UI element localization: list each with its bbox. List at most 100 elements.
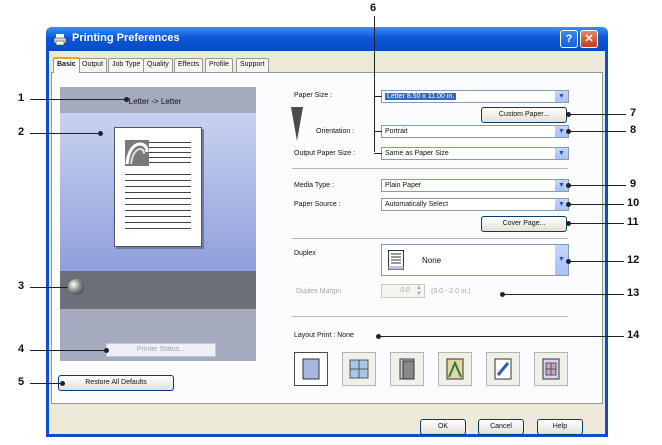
callout-2: 2 bbox=[18, 126, 25, 138]
orientation-value: Portrait bbox=[385, 128, 408, 135]
callout-1: 1 bbox=[18, 92, 25, 104]
title-close-button[interactable]: ✕ bbox=[580, 30, 598, 48]
duplex-margin-label: Duplex Margin bbox=[296, 288, 342, 295]
callout-dot-13 bbox=[500, 292, 505, 297]
callout-line-7 bbox=[568, 114, 626, 115]
layout-watermark-icon bbox=[494, 358, 512, 380]
orientation-select[interactable]: Portrait ▼ bbox=[381, 125, 569, 138]
callout-dot-12 bbox=[566, 259, 571, 264]
callout-line-9 bbox=[568, 185, 626, 186]
layout-print-label: Layout Print : None bbox=[294, 332, 354, 339]
tab-job-type[interactable]: Job Type bbox=[108, 58, 145, 72]
paper-source-label: Paper Source : bbox=[294, 201, 341, 208]
layout-watermark-button[interactable] bbox=[486, 352, 520, 386]
window-title: Printing Preferences bbox=[72, 32, 180, 44]
divider bbox=[292, 238, 568, 239]
duplex-margin-spinner[interactable]: 0.0 ▲ ▼ bbox=[381, 284, 425, 298]
paper-size-label: Paper Size : bbox=[294, 92, 333, 99]
callout-5: 5 bbox=[18, 376, 25, 388]
callout-dot-2 bbox=[98, 131, 103, 136]
cover-page-button[interactable]: Cover Page... bbox=[481, 216, 567, 232]
callout-line-5 bbox=[30, 383, 62, 384]
callout-13: 13 bbox=[627, 287, 640, 299]
layout-overlay-icon bbox=[542, 358, 560, 380]
duplex-select[interactable]: None ▼ bbox=[381, 244, 569, 276]
layout-single-button[interactable] bbox=[294, 352, 328, 386]
callout-dot-1 bbox=[124, 97, 129, 102]
paper-source-select[interactable]: Automatically Select ▼ bbox=[381, 198, 569, 211]
callout-dot-11 bbox=[566, 221, 571, 226]
duplex-margin-value: 0.0 bbox=[400, 287, 410, 294]
title-bar: Printing Preferences ? ✕ bbox=[46, 27, 608, 51]
layout-n-up-button[interactable] bbox=[342, 352, 376, 386]
layout-overlay-button[interactable] bbox=[534, 352, 568, 386]
media-type-value: Plain Paper bbox=[385, 182, 422, 189]
print-preview-pane: Letter -> Letter Printer Status... bbox=[60, 87, 256, 361]
callout-line-6c bbox=[374, 153, 382, 154]
paper-source-value: Automatically Select bbox=[385, 201, 449, 208]
duplex-value: None bbox=[422, 256, 442, 265]
custom-paper-button[interactable]: Custom Paper... bbox=[481, 107, 567, 123]
callout-line-12 bbox=[568, 261, 624, 262]
duplex-margin-range: (0.0 - 2.0 in.) bbox=[431, 288, 471, 295]
media-type-label: Media Type : bbox=[294, 182, 334, 189]
output-paper-size-select[interactable]: Same as Paper Size ▼ bbox=[381, 147, 569, 160]
media-type-select[interactable]: Plain Paper ▼ bbox=[381, 179, 569, 192]
callout-line-10 bbox=[568, 204, 624, 205]
layout-n-up-icon bbox=[349, 359, 369, 379]
callout-dot-9 bbox=[566, 183, 571, 188]
layout-booklet-icon bbox=[399, 358, 415, 380]
callout-4: 4 bbox=[18, 343, 25, 355]
callout-line-14 bbox=[378, 336, 624, 337]
callout-8: 8 bbox=[630, 124, 637, 136]
tab-effects[interactable]: Effects bbox=[174, 58, 204, 72]
callout-dot-7 bbox=[566, 112, 571, 117]
callout-line-8 bbox=[568, 131, 626, 132]
cancel-button[interactable]: Cancel bbox=[478, 419, 524, 435]
callout-line-2 bbox=[30, 133, 100, 134]
callout-line-13 bbox=[502, 294, 624, 295]
help-button[interactable]: Help bbox=[537, 419, 583, 435]
callout-9: 9 bbox=[630, 178, 637, 190]
callout-3: 3 bbox=[18, 280, 25, 292]
paper-size-select[interactable]: Letter 8.50 x 11.00 in. ▼ bbox=[381, 90, 569, 103]
layout-single-icon bbox=[302, 358, 320, 380]
callout-dot-10 bbox=[566, 202, 571, 207]
output-paper-size-label: Output Paper Size : bbox=[294, 150, 356, 157]
tab-support[interactable]: Support bbox=[236, 58, 269, 72]
duplex-label: Duplex bbox=[294, 250, 316, 257]
layout-print-value: None bbox=[337, 332, 354, 339]
callout-dot-8 bbox=[566, 129, 571, 134]
ok-button[interactable]: OK bbox=[420, 419, 466, 435]
tab-basic[interactable]: Basic bbox=[53, 57, 80, 73]
document-preview-icon bbox=[114, 127, 202, 247]
paper-size-value: Letter 8.50 x 11.00 in. bbox=[385, 93, 457, 100]
duplex-none-icon bbox=[388, 250, 404, 270]
layout-booklet-button[interactable] bbox=[390, 352, 424, 386]
callout-11: 11 bbox=[627, 216, 639, 228]
restore-all-defaults-button[interactable]: Restore All Defaults bbox=[58, 375, 174, 391]
status-ball-icon bbox=[68, 279, 84, 295]
callout-line-1 bbox=[30, 99, 126, 100]
callout-10: 10 bbox=[627, 197, 640, 209]
callout-line-6a bbox=[374, 96, 382, 97]
callout-6: 6 bbox=[370, 2, 377, 14]
layout-poster-button[interactable] bbox=[438, 352, 472, 386]
chevron-down-icon: ▼ bbox=[555, 91, 568, 102]
status-bar-area bbox=[60, 271, 256, 309]
callout-line-4 bbox=[30, 350, 106, 351]
orientation-label: Orientation : bbox=[316, 128, 355, 135]
title-help-button[interactable]: ? bbox=[560, 30, 578, 48]
callout-dot-4 bbox=[104, 348, 109, 353]
callout-dot-14 bbox=[376, 334, 381, 339]
printer-status-button[interactable]: Printer Status... bbox=[106, 343, 216, 357]
tab-output[interactable]: Output bbox=[78, 58, 108, 72]
layout-print-label-text: Layout Print : bbox=[294, 332, 336, 339]
chevron-down-icon: ▼ bbox=[555, 148, 568, 159]
divider bbox=[292, 316, 568, 317]
page-preview-background bbox=[60, 113, 256, 271]
printer-icon bbox=[54, 34, 66, 45]
tab-quality[interactable]: Quality bbox=[143, 58, 173, 72]
callout-line-6b bbox=[374, 131, 382, 132]
tab-profile[interactable]: Profile bbox=[205, 58, 233, 72]
